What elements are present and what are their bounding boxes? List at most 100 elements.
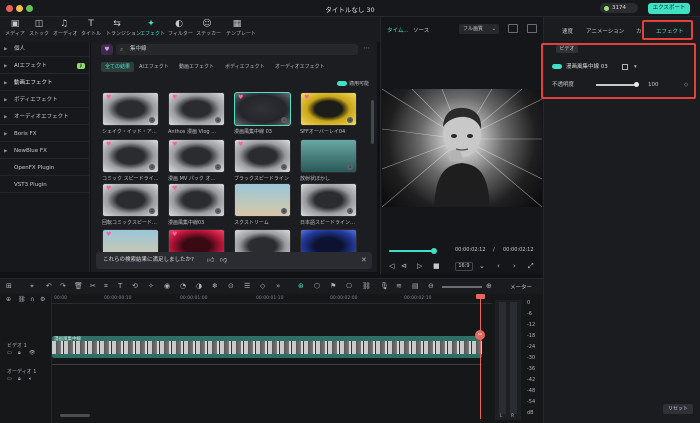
sidebar-item-body-effects[interactable]: ▶ ボディエフェクト (0, 93, 90, 108)
opacity-slider-track[interactable] (596, 84, 636, 86)
credits-button[interactable]: 3174 (600, 3, 638, 13)
thumbs-up-icon[interactable]: 👍︎ (207, 252, 214, 269)
chevron-down-icon[interactable]: ⌄ (479, 262, 485, 270)
export-button[interactable]: エクスポート (648, 3, 690, 14)
download-icon[interactable]: ↓ (347, 208, 353, 214)
sidebar-item-ai-effects[interactable]: ▶ AIエフェクト β (0, 59, 90, 74)
download-icon[interactable]: ↓ (149, 117, 155, 123)
auto-ripple-icon[interactable]: ⊛ (298, 282, 304, 290)
heart-icon[interactable]: ♥ (106, 186, 112, 192)
tab-body-effects[interactable]: ボディエフェクト (225, 62, 265, 72)
link-icon[interactable]: ⛓ (18, 296, 26, 303)
toolbar-title[interactable]: T タイトル (80, 19, 102, 41)
freeze-icon[interactable]: ❄ (212, 282, 218, 290)
search-input[interactable]: ⌕ 集中線 (116, 44, 358, 55)
timeline-scrollbar[interactable] (60, 414, 90, 417)
speed-icon[interactable]: ◔ (180, 282, 186, 290)
snapshot-icon[interactable]: ⎔ (346, 282, 352, 290)
waveform-icon[interactable]: ≋ (396, 282, 402, 290)
quality-select[interactable]: フル画質 ⌄ (459, 24, 499, 34)
mic-icon[interactable]: 🎙︎ (380, 282, 389, 290)
effect-card[interactable]: ♥ ↓ Anthos 漫画 Vlog … (168, 92, 225, 135)
mask-icon[interactable]: ◉ (164, 282, 170, 290)
adjust-icon[interactable]: ☰ (244, 282, 250, 290)
eye-icon[interactable]: 👁︎ (29, 350, 35, 356)
effect-card[interactable]: ♥ ↓ 漫画風集中線03 (168, 183, 225, 226)
folder-icon[interactable]: ▭ (7, 376, 12, 382)
download-icon[interactable]: ↓ (281, 164, 287, 170)
download-icon[interactable]: ↓ (215, 117, 221, 123)
tab-all-results[interactable]: 全ての結果 (101, 62, 135, 72)
video-preview[interactable] (382, 89, 542, 207)
color-icon[interactable]: ◑ (196, 282, 202, 290)
effect-enable-toggle[interactable] (552, 64, 562, 69)
heart-icon[interactable]: ♥ (238, 142, 244, 148)
more-options-icon[interactable]: ⋯ (363, 44, 370, 52)
play-icon[interactable]: ▷ (417, 262, 422, 270)
add-track-icon[interactable]: ⊕ (6, 296, 11, 303)
toolbar-media[interactable]: ▣ メディア (4, 19, 26, 41)
layout-icon[interactable]: ⊞ (6, 282, 12, 290)
effect-card[interactable]: ♥ ↓ 漫画 MV パック オ… (168, 139, 225, 182)
storyboard-icon[interactable]: ▤ (412, 282, 419, 290)
tab-animation[interactable]: アニメーション (586, 27, 624, 35)
fullscreen-icon[interactable]: ⤢ (528, 262, 534, 271)
image-icon[interactable] (527, 24, 537, 33)
chevron-right-icon[interactable]: › (513, 262, 516, 270)
download-icon[interactable]: ↓ (149, 208, 155, 214)
crop-icon[interactable]: ⌗ (104, 282, 108, 291)
rotate-icon[interactable]: ⟲ (132, 282, 138, 290)
toolbar-sticker[interactable]: ☺ ステッカー (196, 19, 221, 41)
marker-icon[interactable]: ⚑ (330, 282, 336, 290)
effect-card[interactable]: ♥ ↓ シェイク・イッド・ア… (102, 92, 159, 135)
effect-card[interactable]: ♥ ↓ SFFオーバーレイ04 (300, 92, 357, 135)
undo-icon[interactable]: ↶ (46, 282, 52, 290)
prev-frame-icon[interactable]: ◁ (389, 262, 394, 270)
lock-icon[interactable]: 🔒︎ (18, 376, 21, 382)
effect-card[interactable]: ↓ スクストリーム (234, 183, 291, 226)
heart-icon[interactable]: ♥ (106, 232, 112, 238)
snapshot-icon[interactable] (508, 24, 518, 33)
opacity-slider-handle[interactable] (634, 82, 639, 87)
heart-icon[interactable]: ♥ (106, 142, 112, 148)
download-icon[interactable]: ↓ (215, 164, 221, 170)
stop-icon[interactable]: ■ (433, 262, 440, 270)
tab-speed[interactable]: 速度 (562, 27, 573, 35)
tab-timeline-preview[interactable]: タイム... (387, 26, 409, 34)
tab-ai-effects[interactable]: AIエフェクト (139, 62, 169, 72)
time-ruler[interactable]: 00:00 00:00:00:10 00:00:01:00 00:00:01:1… (52, 294, 492, 304)
rewind-icon[interactable]: ⊲ (401, 262, 407, 270)
sidebar-item-video-effects[interactable]: ▶ 動画エフェクト (0, 76, 90, 91)
heart-icon[interactable]: ♥ (106, 95, 112, 101)
heart-icon[interactable]: ♥ (172, 142, 178, 148)
download-icon[interactable]: ↓ (347, 117, 353, 123)
applicable-toggle[interactable]: 適用可能 (337, 80, 369, 87)
track-settings-icon[interactable]: ⚙ (40, 296, 45, 303)
sidebar-item-newblue-fx[interactable]: ▶ NewBlue FX (0, 144, 90, 159)
lock-icon[interactable]: 🔒︎ (18, 350, 21, 356)
keyframe-diamond-icon[interactable]: ◇ (684, 79, 688, 91)
tab-video-effects[interactable]: 動画エフェクト (179, 62, 214, 72)
playhead-handle[interactable] (476, 294, 485, 299)
stabilize-icon[interactable]: ⊙ (228, 282, 234, 290)
keyframe-icon[interactable]: ◇ (260, 282, 265, 290)
sidebar-item-openfx[interactable]: OpenFX Plugin (0, 161, 90, 176)
magnet-icon[interactable]: ∩ (30, 296, 34, 303)
link-icon[interactable]: ⛓ (362, 282, 371, 290)
download-icon[interactable]: ↓ (347, 164, 353, 170)
opacity-value[interactable]: 100 (648, 79, 659, 91)
effect-card[interactable]: ♥ ↓ ブラックスピードライン (234, 139, 291, 182)
video-clip[interactable]: 漫画風集中線 (52, 336, 482, 358)
text-icon[interactable]: T (118, 282, 122, 290)
effect-card[interactable]: ♥ ↓ 回転コミックスピード… (102, 183, 159, 226)
toolbar-transition[interactable]: ⇆ トランジション (106, 19, 141, 41)
tab-color[interactable]: カ (636, 27, 642, 35)
download-icon[interactable]: ↓ (281, 117, 287, 123)
progress-handle[interactable] (431, 248, 437, 254)
zoom-in-icon[interactable]: ⊕ (486, 282, 492, 290)
split-icon[interactable]: ✂ (90, 282, 96, 290)
close-icon[interactable]: ✕ (361, 252, 367, 269)
shield-icon[interactable]: ⬡ (314, 282, 320, 290)
heart-icon[interactable]: ♥ (304, 95, 310, 101)
more-tools-icon[interactable]: » (276, 282, 280, 290)
